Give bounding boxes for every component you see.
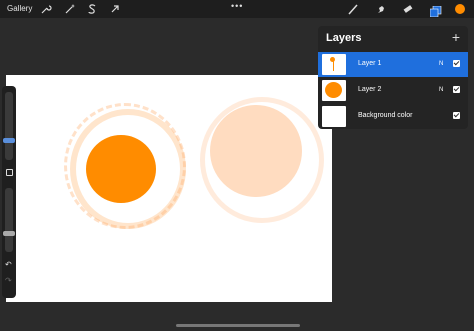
layer-name: Layer 2: [358, 86, 382, 93]
layers-icon[interactable]: [429, 4, 442, 18]
orange-circle: [86, 135, 156, 203]
visibility-checkbox[interactable]: [453, 86, 460, 93]
blend-mode-button[interactable]: N: [439, 61, 443, 67]
wrench-icon[interactable]: [40, 3, 52, 15]
visibility-checkbox[interactable]: [453, 112, 460, 119]
layers-title: Layers: [326, 32, 362, 44]
add-layer-button[interactable]: +: [452, 29, 460, 45]
opacity-knob[interactable]: [3, 231, 15, 236]
peach-circle: [210, 105, 302, 197]
layer-row-1[interactable]: Layer 1 N: [318, 52, 468, 77]
selection-s-icon[interactable]: [86, 3, 98, 15]
brush-sidebar: ↶ ↷: [2, 86, 16, 298]
brush-size-knob[interactable]: [3, 138, 15, 143]
smudge-icon[interactable]: [375, 3, 387, 15]
opacity-slider[interactable]: [5, 188, 13, 252]
eyedropper-button[interactable]: [6, 169, 13, 176]
visibility-checkbox[interactable]: [453, 60, 460, 67]
arrow-transform-icon[interactable]: [109, 3, 121, 15]
brush-size-slider[interactable]: [5, 92, 13, 160]
brush-icon[interactable]: [347, 3, 359, 15]
more-menu-button[interactable]: •••: [231, 1, 243, 11]
eraser-icon[interactable]: [402, 3, 414, 15]
magic-wand-icon[interactable]: [64, 3, 76, 15]
top-toolbar: Gallery •••: [0, 0, 474, 18]
layer-row-2[interactable]: Layer 2 N: [318, 78, 468, 103]
redo-icon[interactable]: ↷: [5, 276, 12, 285]
color-swatch-button[interactable]: [455, 4, 465, 14]
undo-icon[interactable]: ↶: [5, 260, 12, 269]
layer-thumbnail: [322, 54, 346, 75]
layer-name: Background color: [358, 112, 413, 119]
drawing-canvas[interactable]: [6, 75, 332, 302]
layer-row-background[interactable]: Background color: [318, 104, 468, 129]
layer-thumbnail: [322, 106, 346, 127]
layers-panel: Layers + Layer 1 N Layer 2 N Background …: [318, 26, 468, 129]
layer-name: Layer 1: [358, 60, 382, 67]
gallery-button[interactable]: Gallery: [7, 4, 32, 13]
home-indicator: [176, 324, 300, 327]
layer-thumbnail: [322, 80, 346, 101]
blend-mode-button[interactable]: N: [439, 87, 443, 93]
